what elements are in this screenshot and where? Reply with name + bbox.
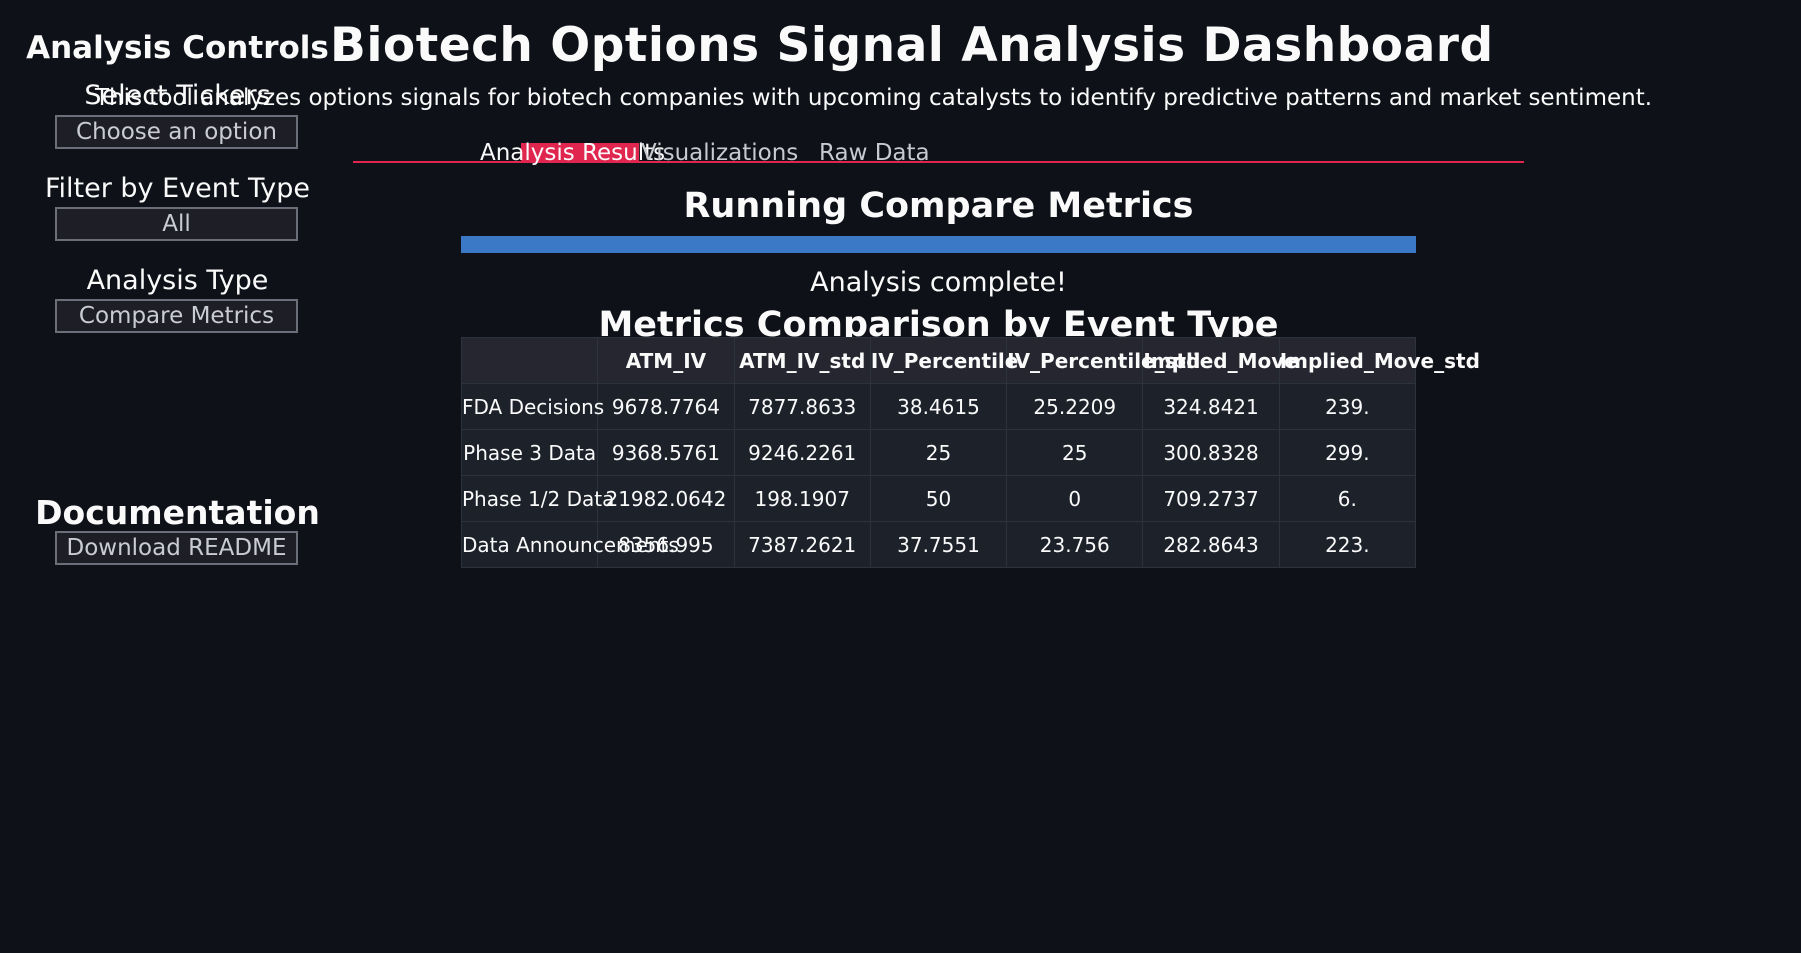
column-header[interactable]: IV_Percentile_std [1006,337,1200,384]
table-cell: 25.2209 [1006,383,1144,430]
column-header[interactable]: ATM_IV_std [733,337,871,384]
row-label: Phase 1/2 Data [460,475,614,522]
intro-text: This tool analyzes options signals for b… [95,85,1653,111]
column-header[interactable]: ATM_IV [597,337,735,384]
table-row: Phase 3 Data 9368.5761 9246.2261 25 25 300.83… [460,429,1417,476]
column-header[interactable]: IV_Percentile [869,337,1018,384]
table-cell: 300.8328 [1142,429,1280,476]
sidebar-title: Analysis Controls [26,30,329,66]
table-row: FDA Decisions 9678.7764 7877.8633 38.4615 25… [460,383,1417,430]
table-row: Data Announcements 8356.995 7387.2621 37.75… [460,521,1417,568]
table-cell: 7387.2621 [733,521,871,568]
page-title: Biotech Options Signal Analysis Dashboar… [330,18,1494,73]
analysis-type-select[interactable]: Compare Metrics [55,299,298,333]
table-cell: 282.8643 [1142,521,1280,568]
status-text: Analysis complete! [810,267,1067,298]
table-cell: 23.756 [1006,521,1144,568]
column-header[interactable]: Implied_Move [1142,337,1298,384]
table-cell: 6. [1278,475,1417,522]
table-cell: 50 [869,475,1008,522]
row-label: Data Announcements [460,521,679,568]
event-type-select[interactable]: All [55,207,298,241]
table-cell: 8356.995 [597,521,735,568]
table-cell: 299. [1278,429,1417,476]
table-cell: 9246.2261 [733,429,871,476]
index-header [460,337,599,384]
table-cell: 25 [1006,429,1144,476]
event-type-label: Filter by Event Type [44,173,311,204]
progress-bar [461,236,1416,253]
table-cell: 37.7551 [869,521,1008,568]
table-cell: 0 [1006,475,1144,522]
table-cell: 9678.7764 [597,383,735,430]
table-cell: 25 [869,429,1008,476]
download-readme-button[interactable]: Download README [55,531,298,565]
row-label: Phase 3 Data [460,429,599,476]
table-cell: 9368.5761 [597,429,735,476]
table-cell: 38.4615 [869,383,1008,430]
documentation-title: Documentation [35,493,320,532]
tab-raw-data[interactable]: Raw Data [819,140,930,166]
table-cell: 324.8421 [1142,383,1280,430]
table-cell: 709.2737 [1142,475,1280,522]
analysis-type-label: Analysis Type [86,265,269,296]
tab-visualizations[interactable]: Visualizations [641,140,798,166]
table-cell: 7877.8633 [733,383,871,430]
table-cell: 198.1907 [733,475,871,522]
table-cell: 239. [1278,383,1417,430]
table-cell: 223. [1278,521,1417,568]
select-tickers-multiselect[interactable]: Choose an option [55,115,298,149]
column-header[interactable]: Implied_Move_std [1278,337,1480,384]
metrics-table: ATM_IV ATM_IV_std IV_Percentile IV_Percenti… [460,337,1480,568]
table-header-row: ATM_IV ATM_IV_std IV_Percentile IV_Percenti… [460,337,1480,384]
table-cell: 21982.0642 [597,475,735,522]
table-row: Phase 1/2 Data 21982.0642 198.1907 50 0 709.2… [460,475,1417,522]
tab-analysis-results[interactable]: Analysis Results [480,140,665,166]
progress-fill [461,236,1416,253]
running-header: Running Compare Metrics [683,186,1194,226]
row-label: FDA Decisions [460,383,604,430]
